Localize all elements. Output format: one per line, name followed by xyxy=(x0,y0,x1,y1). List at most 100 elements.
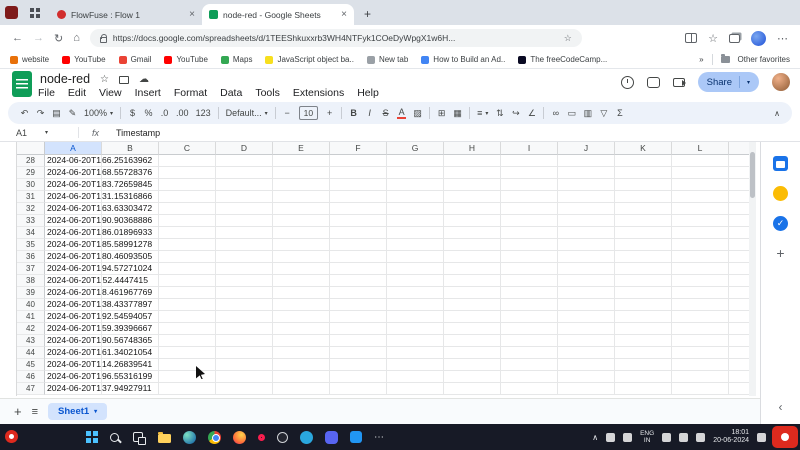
cell-l36[interactable] xyxy=(672,251,729,263)
cell-k28[interactable] xyxy=(615,155,672,167)
cell-a34[interactable]: 2024-06-20T12:2 xyxy=(45,227,102,239)
cell-e32[interactable] xyxy=(273,203,330,215)
row-number[interactable]: 37 xyxy=(17,263,45,275)
browser-tab-flowfuse[interactable]: FlowFuse : Flow 1 × xyxy=(50,4,202,25)
row-number[interactable]: 39 xyxy=(17,287,45,299)
cell-a28[interactable]: 2024-06-20T12:2 xyxy=(45,155,102,167)
cell-f35[interactable] xyxy=(330,239,387,251)
favorites-icon[interactable]: ☆ xyxy=(708,32,718,45)
row-number[interactable]: 35 xyxy=(17,239,45,251)
cell-a32[interactable]: 2024-06-20T12:2 xyxy=(45,203,102,215)
cell-i46[interactable] xyxy=(501,371,558,383)
cell-h44[interactable] xyxy=(444,347,501,359)
cell-h37[interactable] xyxy=(444,263,501,275)
cell-d37[interactable] xyxy=(216,263,273,275)
row-number[interactable]: 42 xyxy=(17,323,45,335)
cell-c31[interactable] xyxy=(159,191,216,203)
cell-f28[interactable] xyxy=(330,155,387,167)
cell-f32[interactable] xyxy=(330,203,387,215)
cell-a45[interactable]: 2024-06-20T12:2 xyxy=(45,359,102,371)
column-header-d[interactable]: D xyxy=(216,142,273,155)
row-number[interactable]: 44 xyxy=(17,347,45,359)
cell-l40[interactable] xyxy=(672,299,729,311)
row-number[interactable]: 30 xyxy=(17,179,45,191)
opera-icon[interactable] xyxy=(258,434,265,441)
increase-decimal-icon[interactable]: .00 xyxy=(176,108,189,118)
cell-l47[interactable] xyxy=(672,383,729,395)
split-screen-icon[interactable] xyxy=(685,33,697,43)
cell-c33[interactable] xyxy=(159,215,216,227)
cell-c28[interactable] xyxy=(159,155,216,167)
select-all-corner[interactable] xyxy=(17,142,45,155)
row-number[interactable]: 43 xyxy=(17,335,45,347)
cell-g43[interactable] xyxy=(387,335,444,347)
cell-e45[interactable] xyxy=(273,359,330,371)
cell-g39[interactable] xyxy=(387,287,444,299)
cell-i39[interactable] xyxy=(501,287,558,299)
cell-b39[interactable]: 8.461967769 xyxy=(102,287,159,299)
cell-g34[interactable] xyxy=(387,227,444,239)
cell-b47[interactable]: 37.94927911 xyxy=(102,383,159,395)
functions-icon[interactable]: Σ xyxy=(615,108,624,118)
cell-c35[interactable] xyxy=(159,239,216,251)
recorder-button[interactable] xyxy=(772,426,798,448)
row-number[interactable]: 47 xyxy=(17,383,45,395)
cell-j46[interactable] xyxy=(558,371,615,383)
insert-link-icon[interactable]: ∞ xyxy=(551,108,560,118)
cell-e29[interactable] xyxy=(273,167,330,179)
fill-color-icon[interactable]: ▨ xyxy=(413,108,422,119)
cell-k35[interactable] xyxy=(615,239,672,251)
cell-f44[interactable] xyxy=(330,347,387,359)
search-button[interactable] xyxy=(110,433,119,442)
display-icon[interactable] xyxy=(606,433,615,442)
cell-c29[interactable] xyxy=(159,167,216,179)
cell-a44[interactable]: 2024-06-20T12:2 xyxy=(45,347,102,359)
telegram-icon[interactable] xyxy=(300,431,313,444)
chrome-icon[interactable] xyxy=(208,431,221,444)
cell-b46[interactable]: 96.55316199 xyxy=(102,371,159,383)
cell-b32[interactable]: 63.63303472 xyxy=(102,203,159,215)
undo-icon[interactable]: ↶ xyxy=(20,108,29,119)
cell-d47[interactable] xyxy=(216,383,273,395)
comment-icon[interactable] xyxy=(647,77,660,88)
version-history-icon[interactable] xyxy=(621,76,634,89)
cell-j41[interactable] xyxy=(558,311,615,323)
cell-k47[interactable] xyxy=(615,383,672,395)
cell-f37[interactable] xyxy=(330,263,387,275)
cell-l32[interactable] xyxy=(672,203,729,215)
menu-help[interactable]: Help xyxy=(357,87,379,99)
insert-comment-icon[interactable]: ▭ xyxy=(567,108,576,119)
cell-a31[interactable]: 2024-06-20T12:2 xyxy=(45,191,102,203)
cell-h28[interactable] xyxy=(444,155,501,167)
close-tab-icon[interactable]: × xyxy=(189,9,195,20)
cell-j34[interactable] xyxy=(558,227,615,239)
cell-l42[interactable] xyxy=(672,323,729,335)
chevron-down-icon[interactable]: ▾ xyxy=(94,408,97,415)
cell-c46[interactable] xyxy=(159,371,216,383)
task-view-button[interactable] xyxy=(133,432,143,442)
row-number[interactable]: 28 xyxy=(17,155,45,167)
horizontal-align-icon[interactable]: ≡▾ xyxy=(477,108,488,118)
cell-i41[interactable] xyxy=(501,311,558,323)
cell-d41[interactable] xyxy=(216,311,273,323)
cell-l31[interactable] xyxy=(672,191,729,203)
text-rotate-icon[interactable]: ∠ xyxy=(527,108,536,119)
bookmark-item[interactable]: The freeCodeCamp... xyxy=(518,55,607,64)
bookmark-item[interactable]: YouTube xyxy=(164,55,207,64)
bookmark-item[interactable]: YouTube xyxy=(62,55,105,64)
account-avatar[interactable] xyxy=(772,73,790,91)
cell-d31[interactable] xyxy=(216,191,273,203)
cell-c30[interactable] xyxy=(159,179,216,191)
cell-g36[interactable] xyxy=(387,251,444,263)
cell-l33[interactable] xyxy=(672,215,729,227)
cell-h36[interactable] xyxy=(444,251,501,263)
cell-f47[interactable] xyxy=(330,383,387,395)
file-explorer-icon[interactable] xyxy=(158,434,171,443)
cell-k41[interactable] xyxy=(615,311,672,323)
cell-j30[interactable] xyxy=(558,179,615,191)
column-header-l[interactable]: L xyxy=(672,142,729,155)
cell-l35[interactable] xyxy=(672,239,729,251)
cell-b45[interactable]: 14.26839541 xyxy=(102,359,159,371)
cell-i47[interactable] xyxy=(501,383,558,395)
cell-b30[interactable]: 83.72659845 xyxy=(102,179,159,191)
